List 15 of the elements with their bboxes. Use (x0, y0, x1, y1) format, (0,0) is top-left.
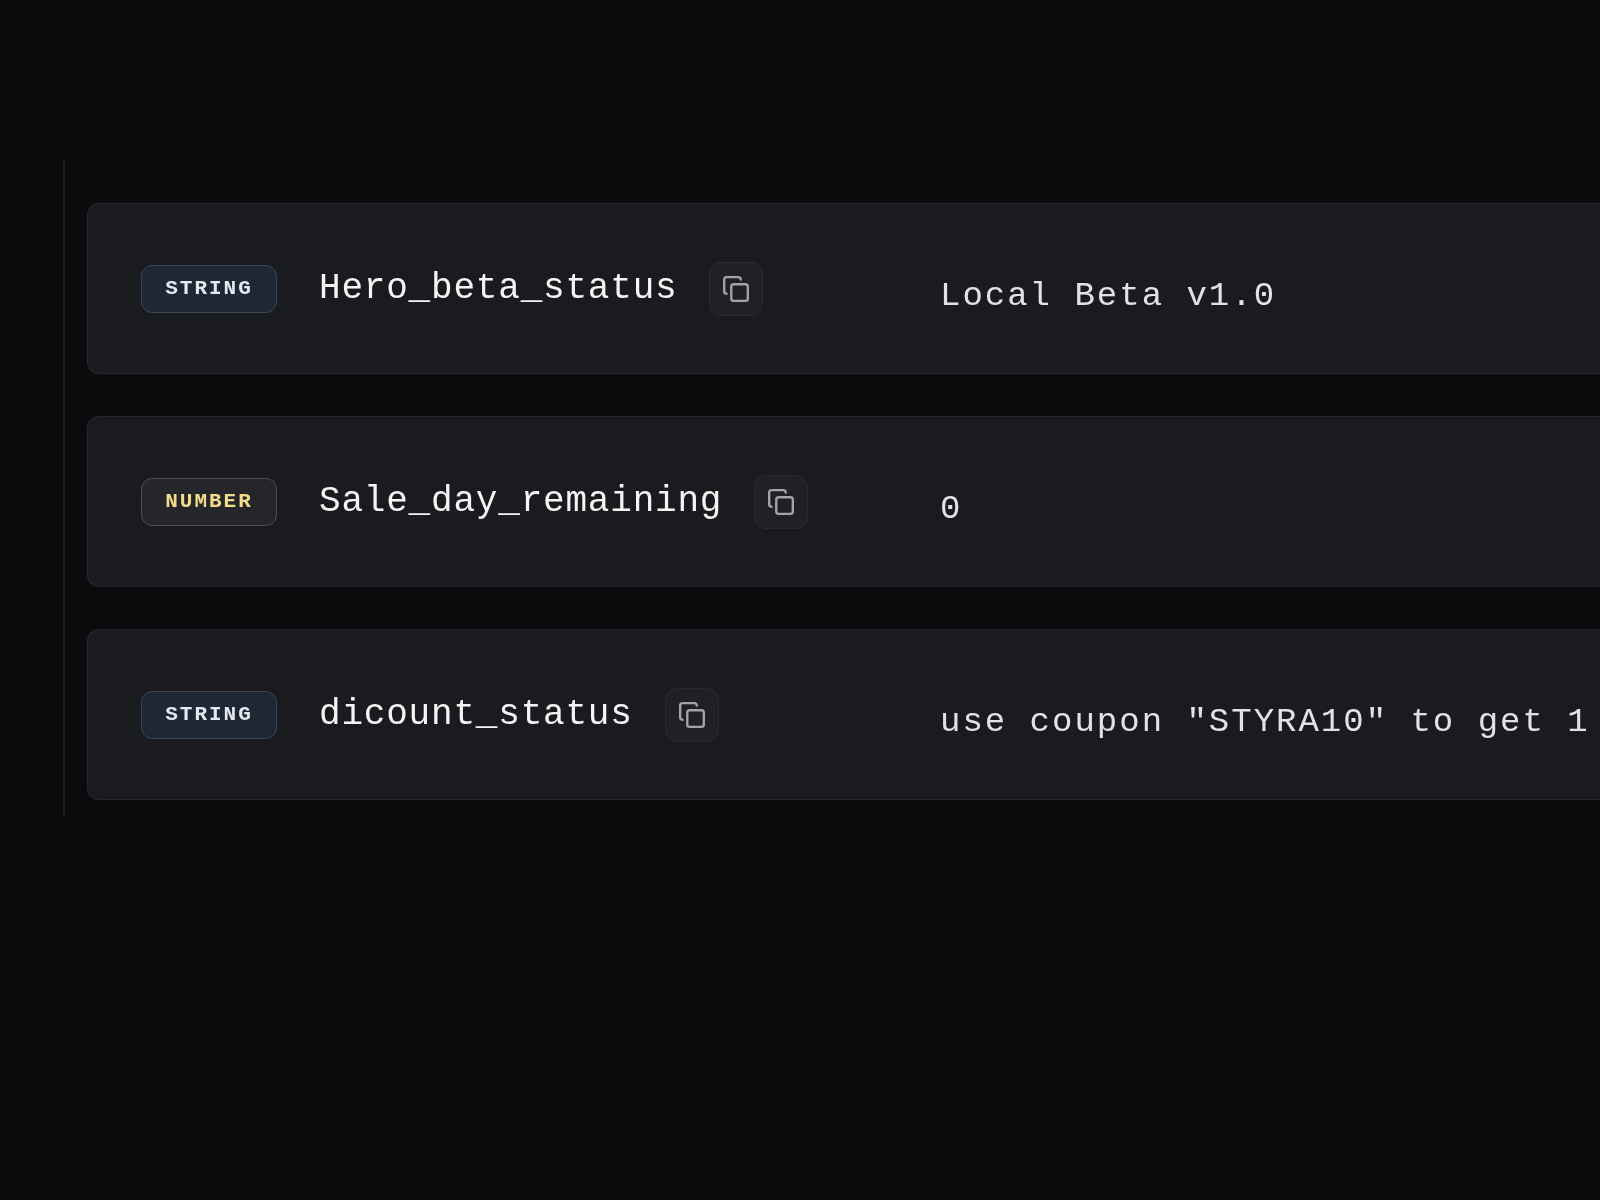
copy-icon (678, 701, 705, 728)
variable-value: use coupon "STYRA10" to get 1 (940, 704, 1590, 739)
type-badge: STRING (141, 264, 277, 313)
copy-button[interactable] (709, 261, 764, 316)
copy-icon (723, 275, 750, 302)
copy-icon (768, 488, 795, 515)
variable-name: Sale_day_remaining (319, 483, 723, 520)
type-badge: NUMBER (141, 477, 277, 526)
copy-button[interactable] (664, 687, 719, 742)
variable-name: Hero_beta_status (319, 270, 678, 307)
variable-value: Local Beta v1.0 (940, 278, 1277, 313)
type-badge: STRING (141, 690, 277, 739)
variable-name: dicount_status (319, 696, 633, 733)
copy-button[interactable] (754, 474, 809, 529)
variable-value: 0 (940, 491, 963, 526)
